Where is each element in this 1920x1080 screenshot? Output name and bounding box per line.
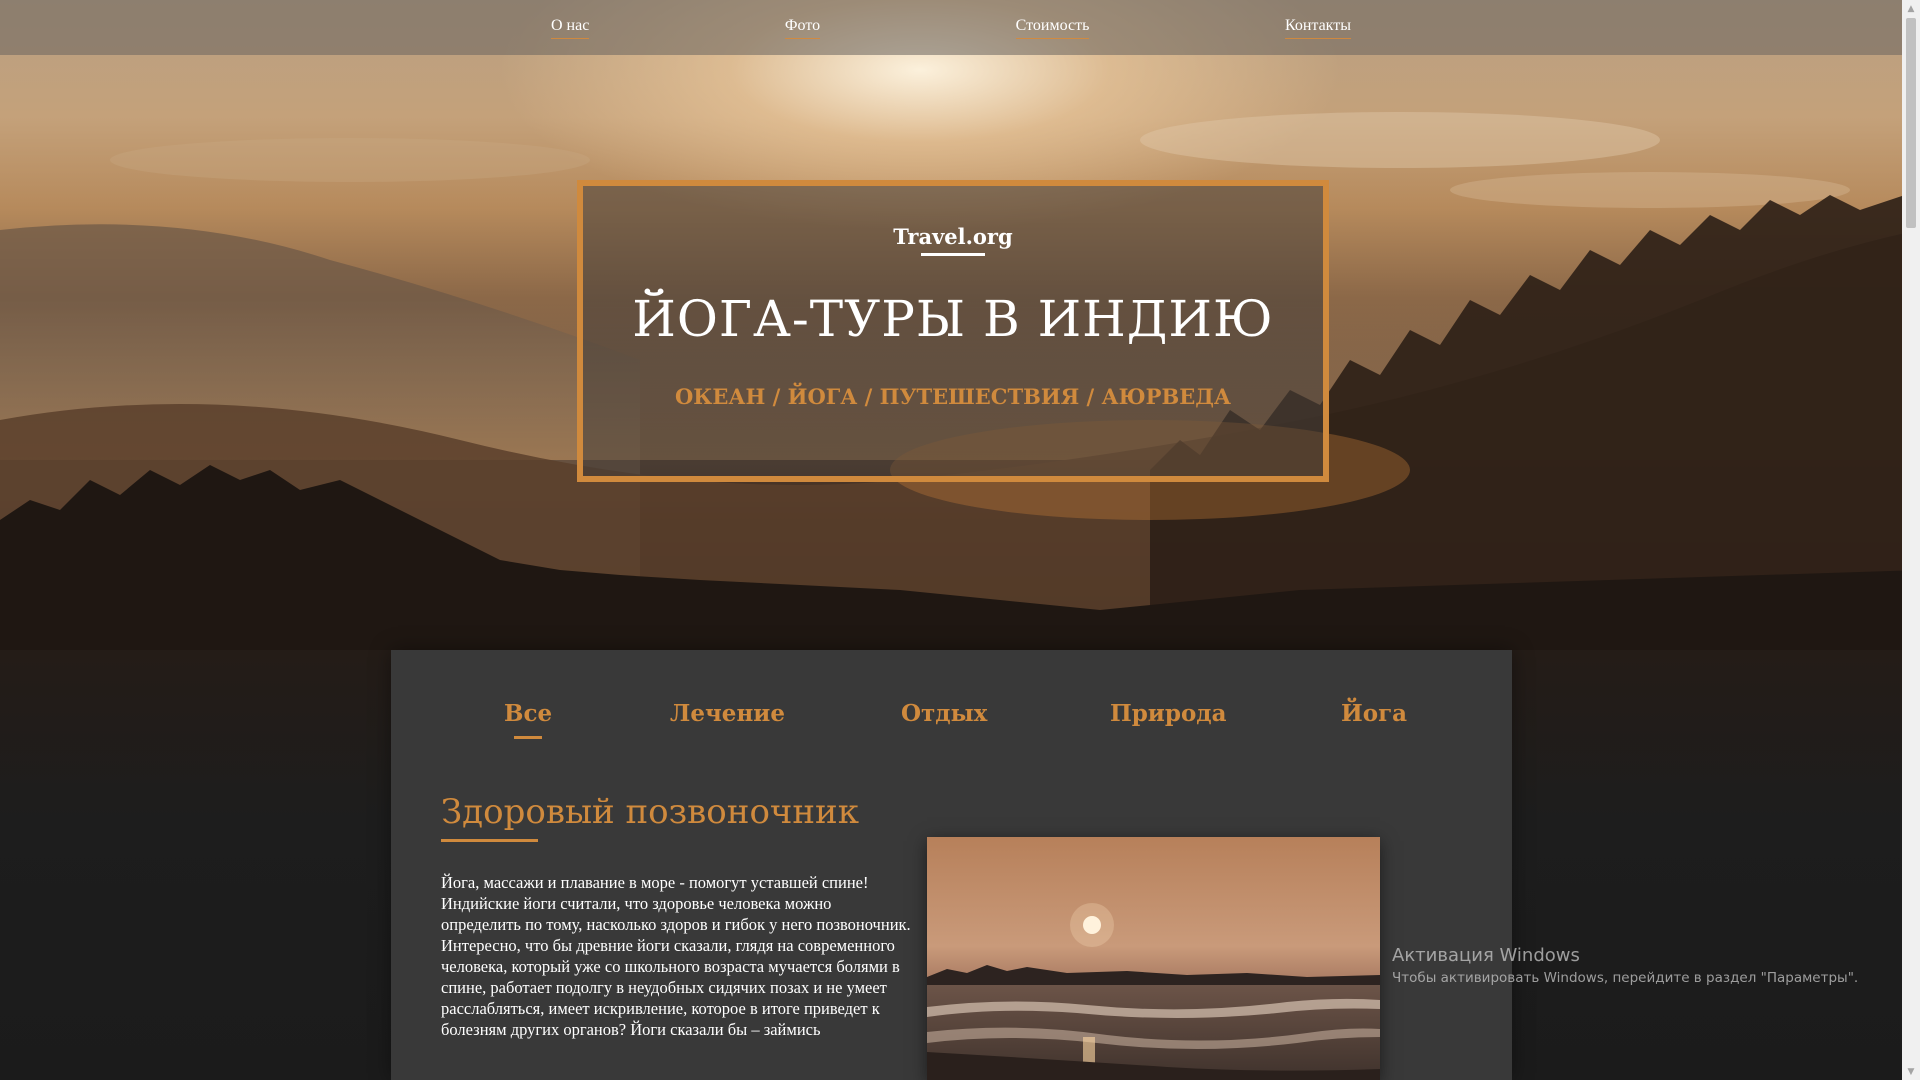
filter-nature-label: Природа <box>1110 700 1227 727</box>
windows-activation-watermark: Активация Windows Чтобы активировать Win… <box>1392 945 1858 986</box>
triangle-down-icon[interactable]: ▼ <box>1902 1063 1920 1080</box>
nav-item-price[interactable]: Стоимость <box>1015 17 1090 39</box>
nav-menu: О нас Фото Стоимость Контакты <box>551 17 1351 39</box>
article-paragraph: Йога, массажи и плавание в море - помогу… <box>441 873 911 934</box>
brand-label: Travel.org <box>893 224 1013 249</box>
article-title: Здоровый позвоночник <box>441 792 859 832</box>
hero-tags: ОКЕАН / ЙОГА / ПУТЕШЕСТВИЯ / АЮРВЕДА <box>674 384 1231 409</box>
filter-active-underline <box>514 736 543 739</box>
filter-nature[interactable]: Природа <box>1110 700 1227 727</box>
top-navigation: О нас Фото Стоимость Контакты <box>0 0 1902 55</box>
filter-yoga[interactable]: Йога <box>1341 700 1407 727</box>
triangle-up-icon[interactable]: ▲ <box>1902 0 1920 17</box>
nav-item-about[interactable]: О нас <box>551 17 590 39</box>
brand-underline <box>920 253 985 256</box>
filter-rest[interactable]: Отдых <box>901 700 987 727</box>
nav-item-contacts[interactable]: Контакты <box>1284 17 1351 39</box>
sunset-beach-photo[interactable] <box>927 837 1380 1080</box>
hero-card: Travel.org ЙОГА-ТУРЫ В ИНДИЮ ОКЕАН / ЙОГ… <box>577 180 1329 482</box>
filter-treatment-label: Лечение <box>670 700 785 727</box>
filter-all-label: Все <box>504 700 553 727</box>
sunset-beach-image <box>927 837 1380 1080</box>
watermark-title: Активация Windows <box>1392 945 1580 966</box>
filter-yoga-label: Йога <box>1341 700 1408 727</box>
vertical-scrollbar[interactable]: ▲ ▼ <box>1902 0 1920 1080</box>
nav-item-photo[interactable]: Фото <box>784 17 821 39</box>
scrollbar-thumb[interactable] <box>1906 18 1916 228</box>
content-panel: Все Лечение Отдых Природа Йога Здоровый … <box>391 650 1512 1080</box>
article-title-underline <box>441 839 538 842</box>
hero-title: ЙОГА-ТУРЫ В ИНДИЮ <box>632 290 1274 348</box>
filter-treatment[interactable]: Лечение <box>670 700 785 727</box>
page: О нас Фото Стоимость Контакты Travel.org… <box>0 0 1920 1080</box>
article-body: Йога, массажи и плавание в море - помогу… <box>441 872 911 1040</box>
filter-rest-label: Отдых <box>901 700 988 727</box>
watermark-text: Чтобы активировать Windows, перейдите в … <box>1392 970 1859 986</box>
article-paragraph: Интересно, что бы древние йоги сказали, … <box>441 936 900 1039</box>
brand-logo[interactable]: Travel.org <box>893 224 1013 256</box>
filter-all[interactable]: Все <box>504 700 553 739</box>
